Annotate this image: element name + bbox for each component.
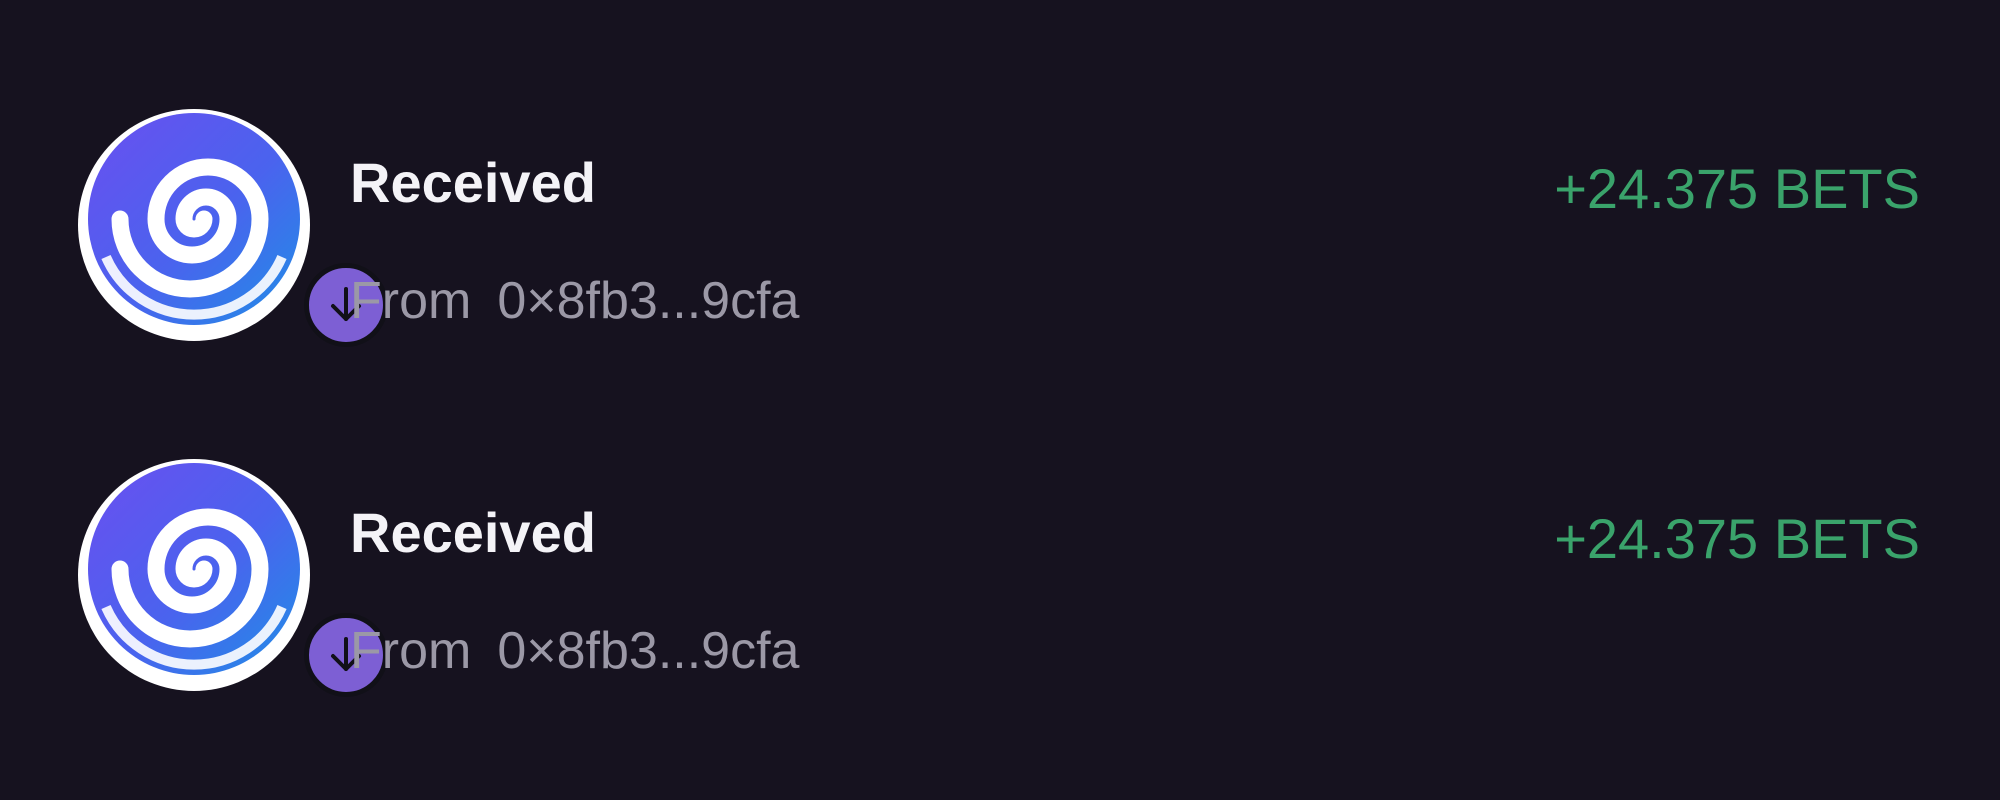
transaction-amount: +24.375 BETS <box>1554 157 1920 220</box>
transaction-title: Received <box>350 501 596 564</box>
token-avatar <box>76 107 388 347</box>
sender-address: 0×8fb3...9cfa <box>497 622 800 680</box>
token-avatar <box>76 457 388 697</box>
spiral-token-icon <box>78 459 310 691</box>
transaction-sender: From 0×8fb3...9cfa <box>350 625 799 677</box>
from-label: From <box>350 272 472 330</box>
sender-address: 0×8fb3...9cfa <box>497 272 800 330</box>
transaction-title: Received <box>350 151 596 214</box>
from-label: From <box>350 622 472 680</box>
transaction-row[interactable]: Received From 0×8fb3...9cfa +24.375 BETS <box>0 103 2000 347</box>
spiral-token-icon <box>78 109 310 341</box>
transaction-amount: +24.375 BETS <box>1554 507 1920 570</box>
transaction-sender: From 0×8fb3...9cfa <box>350 275 799 327</box>
transaction-row[interactable]: Received From 0×8fb3...9cfa +24.375 BETS <box>0 453 2000 697</box>
